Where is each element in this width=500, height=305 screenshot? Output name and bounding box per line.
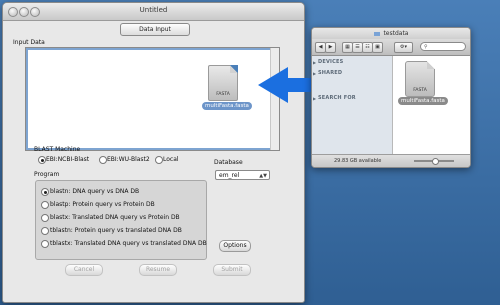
radio-blastp[interactable] bbox=[41, 201, 49, 209]
gear-icon[interactable]: ⚙▾ bbox=[394, 42, 413, 53]
blast-machine-label: BLAST Machine bbox=[34, 146, 81, 153]
main-window: Untitled Data Input Input Data FASTA mul… bbox=[2, 2, 305, 303]
dropped-file-name[interactable]: multiFasta.fasta bbox=[202, 102, 252, 110]
submit-button[interactable]: Submit bbox=[213, 264, 251, 276]
disclosure-triangle-icon[interactable]: ▶ bbox=[313, 60, 316, 65]
input-data-dropzone[interactable]: FASTA multiFasta.fasta bbox=[25, 47, 280, 151]
radio-tblastx[interactable] bbox=[41, 240, 49, 248]
database-label: Database bbox=[214, 159, 243, 166]
program-option-blastp: blastp: Protein query vs Protein DB bbox=[50, 201, 155, 208]
titlebar[interactable]: Untitled bbox=[3, 3, 304, 21]
disclosure-triangle-icon[interactable]: ▶ bbox=[313, 96, 316, 101]
disclosure-triangle-icon[interactable]: ▶ bbox=[313, 71, 316, 76]
finder-sidebar: ▶ DEVICES ▶ SHARED ▶ SEARCH FOR bbox=[312, 56, 393, 155]
program-group: blastn: DNA query vs DNA DB blastp: Prot… bbox=[35, 180, 207, 260]
input-data-label: Input Data bbox=[13, 39, 45, 46]
finder-status-bar: 29.83 GB available bbox=[312, 154, 470, 167]
coverflow-view-button[interactable]: ▣ bbox=[372, 42, 383, 53]
cancel-button[interactable]: Cancel bbox=[65, 264, 103, 276]
radio-blastx[interactable] bbox=[41, 214, 49, 222]
program-label: Program bbox=[34, 171, 60, 178]
file-type-label: FASTA bbox=[413, 88, 427, 93]
radio-local[interactable] bbox=[155, 156, 163, 164]
disk-space-status: 29.83 GB available bbox=[334, 158, 382, 164]
program-option-tblastx: tblastx: Translated DNA query vs transla… bbox=[50, 240, 207, 247]
options-button[interactable]: Options bbox=[219, 240, 251, 252]
finder-window: testdata ◀ ▶ ▦ ☰ ☷ ▣ ⚙▾ ⚲ ▶ DEVICES ▶ SH… bbox=[311, 27, 471, 168]
program-option-blastn: blastn: DNA query vs DNA DB bbox=[50, 188, 140, 195]
radio-blastn[interactable] bbox=[41, 188, 49, 196]
file-type-label: FASTA bbox=[216, 92, 230, 97]
program-option-blastx: blastx: Translated DNA query vs Protein … bbox=[50, 214, 180, 221]
radio-tblastn[interactable] bbox=[41, 227, 49, 235]
sidebar-section-devices[interactable]: DEVICES bbox=[318, 59, 343, 65]
program-option-tblastn: tblastn: Protein query vs translated DNA… bbox=[50, 227, 182, 234]
radio-ebi-wu-blast2-label: EBI:WU-Blast2 bbox=[107, 156, 150, 163]
radio-ebi-wu-blast2[interactable] bbox=[99, 156, 107, 164]
resume-button[interactable]: Resume bbox=[139, 264, 177, 276]
finder-file-name[interactable]: multiFasta.fasta bbox=[398, 97, 448, 105]
icon-size-slider-knob[interactable] bbox=[432, 158, 439, 165]
finder-toolbar: ◀ ▶ ▦ ☰ ☷ ▣ ⚙▾ ⚲ bbox=[312, 39, 470, 56]
forward-icon[interactable]: ▶ bbox=[325, 42, 336, 53]
search-input[interactable]: ⚲ bbox=[420, 42, 466, 51]
window-title: Untitled bbox=[139, 6, 168, 14]
file-icon[interactable]: FASTA bbox=[405, 61, 435, 97]
search-icon: ⚲ bbox=[424, 44, 428, 50]
file-icon[interactable]: FASTA bbox=[208, 65, 238, 101]
sidebar-section-search-for[interactable]: SEARCH FOR bbox=[318, 95, 356, 101]
sidebar-section-shared[interactable]: SHARED bbox=[318, 70, 342, 76]
database-value: em_rel bbox=[219, 172, 240, 179]
finder-title: testdata bbox=[383, 30, 409, 37]
tab-data-input[interactable]: Data Input bbox=[120, 23, 190, 36]
chevron-updown-icon: ▲▼ bbox=[259, 173, 267, 179]
radio-local-label: Local bbox=[163, 156, 179, 163]
radio-ebi-ncbi-blast-label: EBI:NCBI-Blast bbox=[46, 156, 90, 163]
finder-titlebar[interactable]: testdata bbox=[312, 28, 470, 39]
database-select[interactable]: em_rel ▲▼ bbox=[215, 170, 270, 180]
folder-icon bbox=[373, 31, 380, 36]
radio-ebi-ncbi-blast[interactable] bbox=[38, 156, 46, 164]
